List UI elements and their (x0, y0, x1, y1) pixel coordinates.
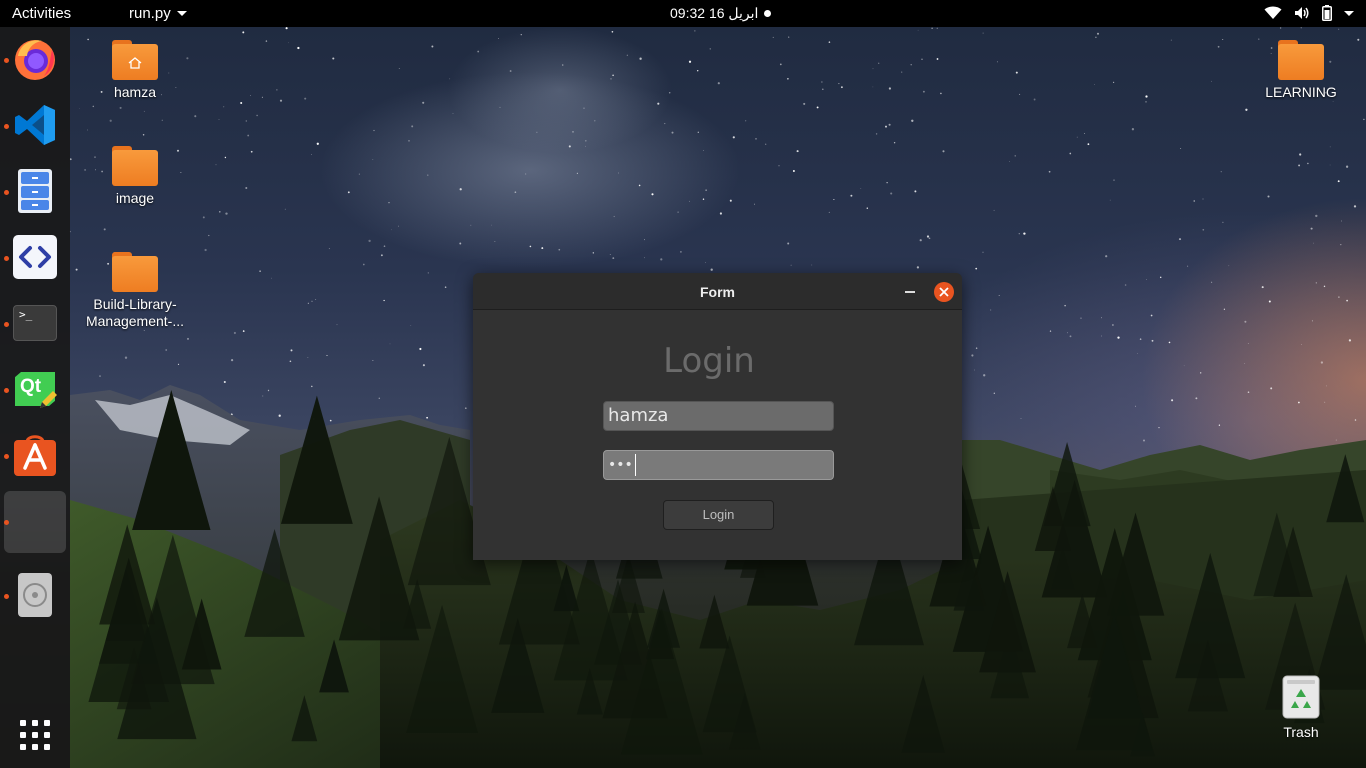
home-folder-icon (112, 40, 158, 80)
desktop-icon-label: hamza (113, 84, 157, 100)
close-button[interactable] (934, 282, 954, 302)
home-icon (128, 57, 142, 69)
folder-icon (1278, 40, 1324, 80)
activities-button[interactable]: Activities (12, 5, 71, 22)
running-indicator (4, 124, 9, 129)
text-cursor (634, 454, 636, 476)
desktop-icon-label: Build-Library-Management-... (85, 296, 185, 329)
desktop-icon-label: Trash (1283, 724, 1319, 740)
terminal-glyph: >_ (19, 308, 33, 321)
wifi-icon (1264, 6, 1282, 19)
trash-icon (1282, 675, 1320, 719)
dock-item-app-center[interactable] (12, 432, 58, 478)
show-applications-button[interactable] (12, 712, 58, 758)
vscode-icon (15, 105, 55, 145)
file-cabinet-icon (18, 169, 52, 213)
dock-item-code-editor[interactable] (12, 234, 58, 280)
running-indicator (4, 256, 9, 261)
battery-icon (1322, 5, 1332, 21)
folder-icon (112, 252, 158, 292)
form-window: Form Login hamza ••• Login (473, 273, 962, 560)
dock-item-vscode[interactable] (12, 102, 58, 148)
window-title: Form (700, 284, 735, 300)
top-bar: Activities run.py 09:32 ابریل 16 (0, 0, 1366, 27)
code-editor-icon (13, 235, 57, 279)
dock-item-disc[interactable] (12, 572, 58, 618)
pencil-icon (40, 391, 57, 408)
dock-item-firefox[interactable] (12, 36, 58, 82)
volume-icon (1295, 7, 1309, 19)
running-indicator (4, 594, 9, 599)
chevron-down-icon (1344, 10, 1354, 16)
dock-item-qt-creator[interactable]: Qt (12, 366, 58, 412)
app-center-icon (14, 435, 56, 476)
firefox-icon (15, 40, 55, 80)
username-input[interactable]: hamza (603, 401, 834, 431)
disc-icon (18, 573, 52, 617)
running-indicator (4, 322, 9, 327)
window-content: Login hamza ••• Login (473, 311, 962, 560)
app-menu-label: run.py (129, 5, 171, 22)
notification-dot-icon (764, 10, 772, 17)
desktop-icon-trash[interactable]: Trash (1246, 674, 1356, 741)
desktop-icon-label: image (115, 190, 155, 206)
running-indicator (4, 190, 9, 195)
dock-item-blank-app[interactable] (12, 498, 58, 544)
clock[interactable]: 09:32 ابریل 16 (670, 5, 772, 22)
terminal-icon: >_ (13, 305, 57, 341)
running-indicator (4, 520, 9, 525)
system-menu[interactable] (1264, 5, 1354, 21)
app-menu[interactable]: run.py (129, 5, 187, 22)
login-button[interactable]: Login (663, 500, 774, 530)
dock: >_ Qt (0, 27, 70, 768)
window-titlebar[interactable]: Form (473, 273, 962, 310)
password-input[interactable]: ••• (603, 450, 834, 480)
app-grid-icon (20, 720, 50, 750)
login-heading: Login (663, 341, 755, 381)
desktop-icon-image[interactable]: image (80, 146, 190, 207)
password-mask: ••• (608, 457, 633, 473)
running-indicator (4, 388, 9, 393)
dock-item-file-cabinet[interactable] (12, 168, 58, 214)
folder-icon (112, 146, 158, 186)
desktop-icon-label: LEARNING (1265, 84, 1337, 100)
running-indicator (4, 58, 9, 63)
running-indicator (4, 454, 9, 459)
desktop-icon-hamza[interactable]: hamza (80, 40, 190, 101)
username-value: hamza (608, 405, 669, 426)
desktop-icon-build-library[interactable]: Build-Library-Management-... (80, 252, 190, 330)
dock-item-terminal[interactable]: >_ (12, 300, 58, 346)
close-icon (939, 287, 949, 297)
minimize-button[interactable] (905, 291, 915, 293)
desktop-icon-learning[interactable]: LEARNING (1246, 40, 1356, 101)
chevron-down-icon (176, 11, 187, 16)
clock-label: 09:32 ابریل 16 (670, 5, 759, 21)
